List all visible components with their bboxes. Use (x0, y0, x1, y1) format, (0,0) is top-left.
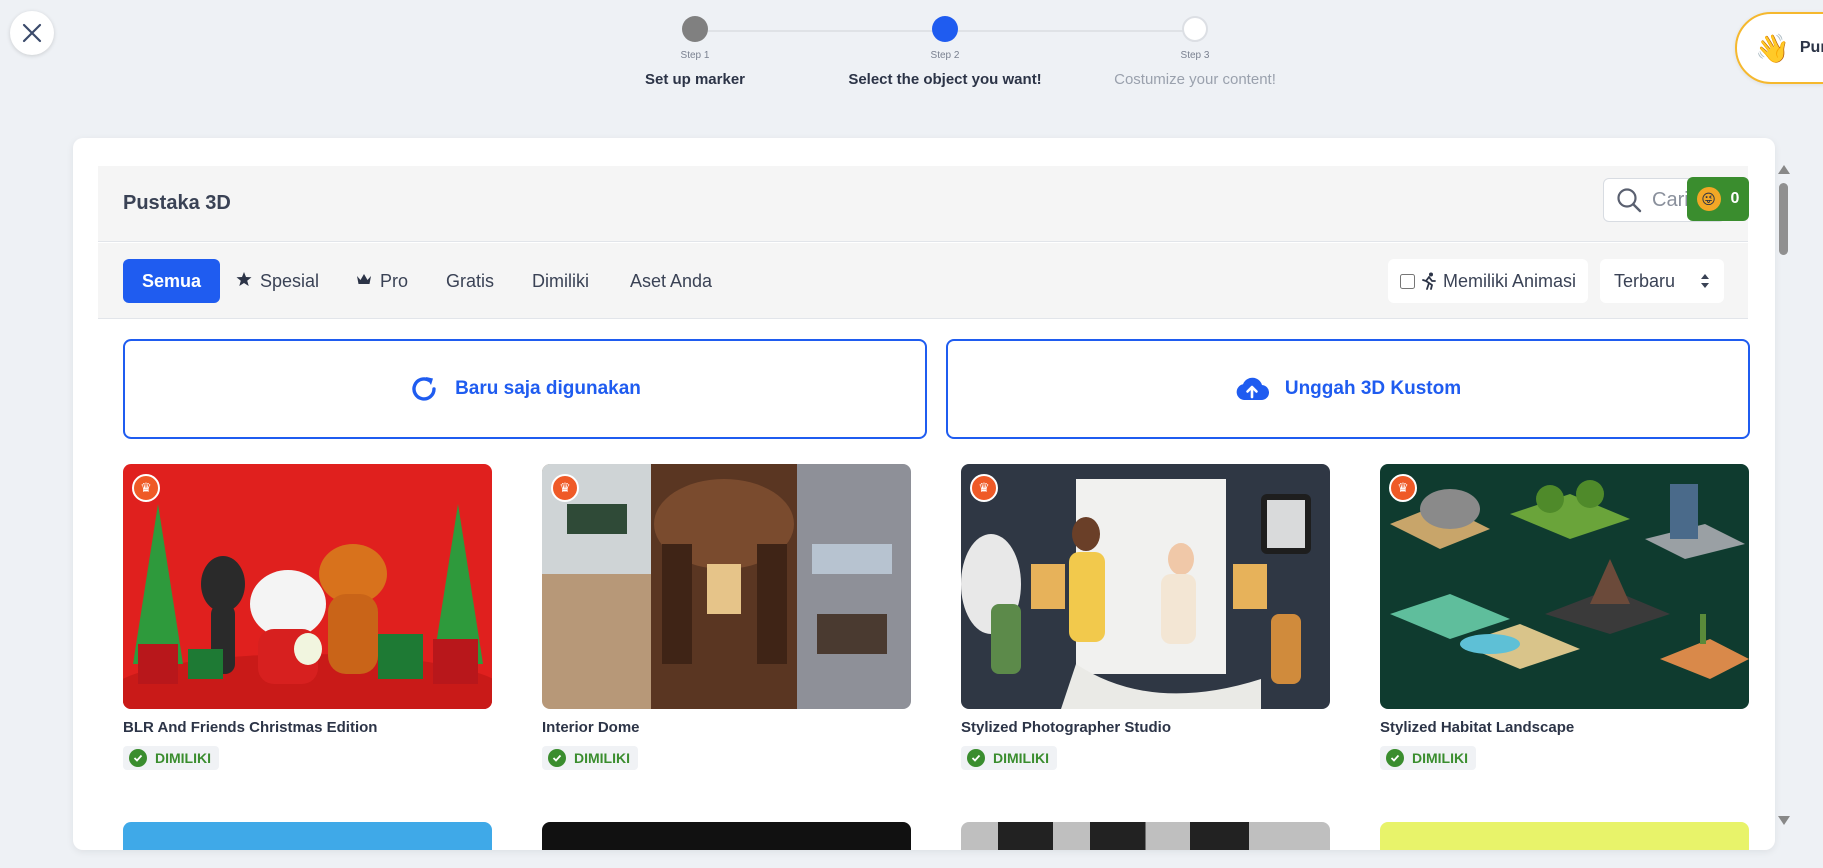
step-label: Select the object you want! (848, 71, 1042, 88)
step-dot (1182, 16, 1208, 42)
search-icon (1617, 188, 1642, 213)
asset-thumbnail[interactable]: ♛ (123, 464, 492, 709)
asset-name: BLR And Friends Christmas Edition (123, 719, 378, 736)
owned-badge: DIMILIKI (1380, 746, 1476, 770)
step-1[interactable]: Step 1 Set up marker (575, 16, 815, 88)
category-tabs: Semua Spesial Pro Gratis Dimiliki Aset A… (98, 243, 1748, 319)
sort-value: Terbaru (1614, 270, 1676, 291)
upload-custom-3d-label: Unggah 3D Kustom (1284, 378, 1462, 399)
tab-gratis[interactable]: Gratis (446, 259, 494, 303)
animation-filter-label: Memiliki Animasi (1443, 270, 1577, 291)
owned-badge: DIMILIKI (542, 746, 638, 770)
step-number: Step 2 (930, 50, 960, 61)
scroll-down-arrow[interactable] (1778, 816, 1790, 825)
asset-card-partial[interactable] (123, 822, 492, 850)
tab-semua[interactable]: Semua (123, 259, 221, 303)
asset-card[interactable]: ♛ Stylized Photographer Studio DIMILIKI (961, 464, 1330, 770)
asset-name: Stylized Photographer Studio (961, 719, 1172, 736)
crown-badge-icon: ♛ (132, 474, 160, 502)
tab-label: Gratis (446, 270, 495, 291)
step-label: Costumize your content! (1114, 71, 1276, 88)
christmas-characters-image (123, 464, 492, 709)
crown-badge-icon: ♛ (970, 474, 998, 502)
step-dot (682, 16, 708, 42)
scroll-up-arrow[interactable] (1778, 165, 1790, 174)
waving-hand-icon: 👋 (1755, 32, 1790, 64)
step-dot (932, 16, 958, 42)
crown-icon (356, 272, 372, 291)
asset-thumbnail[interactable]: ♛ (542, 464, 911, 709)
sort-select[interactable]: Terbaru (1600, 259, 1724, 303)
asset-card[interactable]: ♛ Stylized Habitat Landscape DIMILIKI (1380, 464, 1749, 770)
tab-label: Dimiliki (532, 270, 589, 291)
recently-used-button[interactable]: Baru saja digunakan (123, 339, 927, 439)
owned-label: DIMILIKI (1412, 750, 1468, 766)
tab-label: Spesial (260, 270, 320, 291)
check-circle-icon (967, 749, 985, 767)
step-label: Set up marker (644, 71, 746, 88)
crown-badge-icon: ♛ (1389, 474, 1417, 502)
animation-checkbox[interactable] (1400, 273, 1415, 289)
sort-arrows-icon (1701, 274, 1709, 288)
coin-icon: 😜 (1696, 187, 1721, 211)
page-title: Pustaka 3D (123, 192, 231, 214)
tab-pro[interactable]: Pro (356, 259, 408, 303)
crown-badge-icon: ♛ (551, 474, 579, 502)
recently-used-label: Baru saja digunakan (455, 378, 641, 399)
star-icon (236, 271, 252, 292)
asset-name: Stylized Habitat Landscape (1380, 719, 1575, 736)
asset-card-partial[interactable] (1380, 822, 1749, 850)
habitat-landscape-image (1380, 464, 1749, 709)
check-circle-icon (1386, 749, 1404, 767)
help-label: Pun (1799, 39, 1823, 56)
asset-name: Interior Dome (542, 719, 640, 736)
help-button[interactable]: 👋 Pun (1735, 12, 1823, 84)
cloud-upload-icon (1236, 377, 1269, 401)
step-number: Step 3 (1180, 50, 1210, 61)
owned-label: DIMILIKI (155, 750, 211, 766)
asset-card[interactable]: ♛ Interior Dome DIMILIKI (542, 464, 911, 770)
interior-dome-image (542, 464, 911, 709)
asset-card[interactable]: ♛ BLR And Friends Christmas Edition DIMI… (123, 464, 492, 770)
owned-badge: DIMILIKI (961, 746, 1057, 770)
coin-count: 0 (1730, 190, 1740, 207)
tab-label: Semua (142, 270, 202, 291)
tab-label: Pro (380, 270, 409, 291)
check-circle-icon (548, 749, 566, 767)
tab-dimiliki[interactable]: Dimiliki (532, 259, 589, 303)
asset-thumbnail[interactable]: ♛ (1380, 464, 1749, 709)
scrollbar[interactable] (1775, 165, 1791, 825)
owned-label: DIMILIKI (993, 750, 1049, 766)
owned-label: DIMILIKI (574, 750, 630, 766)
animation-filter[interactable]: Memiliki Animasi (1388, 259, 1588, 303)
tab-spesial[interactable]: Spesial (236, 259, 319, 303)
asset-thumbnail[interactable]: ♛ (961, 464, 1330, 709)
step-2[interactable]: Step 2 Select the object you want! (825, 16, 1065, 88)
step-number: Step 1 (680, 50, 710, 61)
running-person-icon (1422, 272, 1436, 290)
check-circle-icon (129, 749, 147, 767)
asset-card-partial[interactable] (961, 822, 1330, 850)
asset-card-partial[interactable] (542, 822, 911, 850)
step-3[interactable]: Step 3 Costumize your content! (1075, 16, 1315, 88)
coin-balance[interactable]: 😜 0 (1687, 177, 1749, 221)
library-header: Pustaka 3D (98, 166, 1748, 242)
tab-aset-anda[interactable]: Aset Anda (630, 259, 712, 303)
owned-badge: DIMILIKI (123, 746, 219, 770)
refresh-icon (412, 377, 436, 401)
tab-label: Aset Anda (630, 270, 713, 291)
scroll-thumb[interactable] (1779, 183, 1788, 255)
upload-custom-3d-button[interactable]: Unggah 3D Kustom (946, 339, 1750, 439)
library-panel: Pustaka 3D 😜 0 Semua Spesial Pro Gratis (73, 138, 1775, 850)
stepper: Step 1 Set up marker Step 2 Select the o… (0, 0, 1823, 110)
photographer-studio-image (961, 464, 1330, 709)
